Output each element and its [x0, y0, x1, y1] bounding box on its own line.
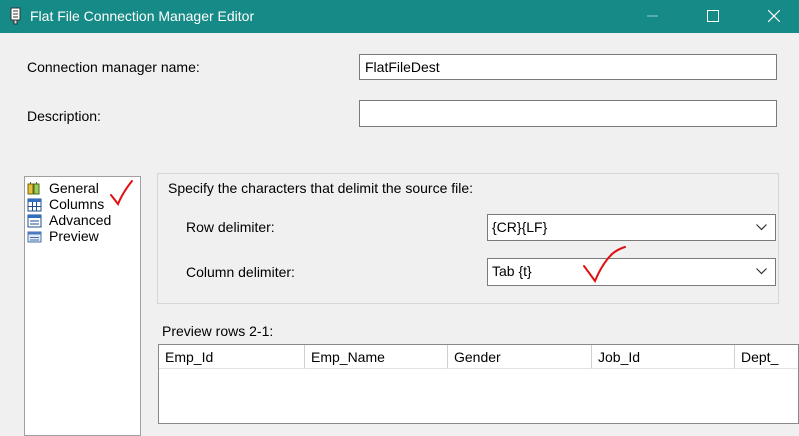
grid-column-header[interactable]: Gender — [448, 345, 592, 369]
nav-item-advanced[interactable]: Advanced — [27, 212, 137, 229]
grid-column-header[interactable]: Emp_Id — [159, 345, 305, 369]
close-button[interactable] — [751, 0, 797, 33]
minimize-icon — [647, 15, 658, 17]
flat-file-app-icon — [10, 7, 21, 25]
close-icon — [768, 10, 780, 22]
preview-icon — [27, 231, 42, 243]
nav-item-label: Columns — [49, 196, 105, 212]
chevron-down-icon — [756, 224, 767, 231]
nav-item-preview[interactable]: Preview — [27, 228, 137, 245]
description-label: Description: — [27, 108, 101, 124]
maximize-icon — [707, 10, 719, 22]
general-icon — [27, 182, 40, 195]
row-delimiter-value: {CR}{LF} — [492, 219, 548, 235]
connection-name-label: Connection manager name: — [27, 59, 200, 75]
grid-column-header[interactable]: Dept_ — [735, 345, 798, 369]
advanced-icon — [27, 214, 42, 228]
column-delimiter-label: Column delimiter: — [186, 264, 295, 280]
connection-name-input[interactable] — [359, 54, 777, 80]
maximize-button[interactable] — [690, 0, 736, 33]
nav-item-label: Preview — [49, 228, 99, 244]
preview-grid[interactable]: Emp_Id Emp_Name Gender Job_Id Dept_ — [158, 344, 799, 424]
chevron-down-icon — [756, 268, 767, 275]
columns-icon — [27, 198, 42, 212]
column-delimiter-select[interactable]: Tab {t} — [487, 258, 776, 286]
nav-item-columns[interactable]: Columns — [27, 196, 137, 213]
description-input[interactable] — [359, 100, 777, 127]
row-delimiter-label: Row delimiter: — [186, 219, 275, 235]
grid-column-header[interactable]: Job_Id — [592, 345, 735, 369]
delimiter-group-title: Specify the characters that delimit the … — [168, 180, 474, 196]
page-nav-list: General Columns Advanced Preview — [24, 176, 141, 436]
preview-rows-label: Preview rows 2-1: — [162, 323, 274, 339]
nav-item-label: Advanced — [49, 212, 112, 228]
nav-item-label: General — [49, 180, 99, 196]
title-bar: Flat File Connection Manager Editor — [0, 0, 799, 33]
grid-column-header[interactable]: Emp_Name — [305, 345, 448, 369]
minimize-button[interactable] — [630, 0, 676, 33]
nav-item-general[interactable]: General — [27, 180, 137, 197]
window-title: Flat File Connection Manager Editor — [30, 8, 255, 24]
column-delimiter-value: Tab {t} — [492, 263, 532, 279]
row-delimiter-select[interactable]: {CR}{LF} — [487, 214, 776, 241]
